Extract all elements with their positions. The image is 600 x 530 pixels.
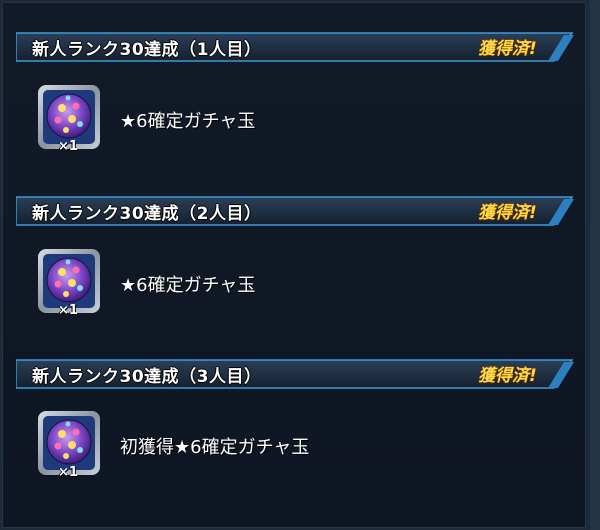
item-name: ★6確定ガチャ玉 (120, 111, 256, 132)
reward-item[interactable]: ×1 ★6確定ガチャ玉 (36, 247, 536, 327)
claimed-badge: 獲得済! (478, 203, 537, 223)
reward-title: 新人ランク30達成（1人目） (32, 40, 262, 60)
reward-item[interactable]: ×1 初獲得★6確定ガチャ玉 (36, 409, 536, 489)
claimed-badge: 獲得済! (478, 39, 537, 59)
reward-list-panel: 新人ランク30達成（1人目） 獲得済! ×1 ★6確定ガチャ玉 新人ランク30達… (2, 2, 586, 528)
reward-banner: 新人ランク30達成（2人目） 獲得済! (16, 195, 576, 227)
item-name: 初獲得★6確定ガチャ玉 (120, 437, 310, 458)
screen-edge (590, 0, 600, 530)
reward-banner: 新人ランク30達成（1人目） 獲得済! (16, 31, 576, 63)
item-quantity: ×1 (58, 465, 78, 480)
reward-banner: 新人ランク30達成（3人目） 獲得済! (16, 358, 576, 390)
item-name: ★6確定ガチャ玉 (120, 275, 256, 296)
reward-title: 新人ランク30達成（3人目） (32, 367, 262, 387)
gacha-orb-icon: ×1 (36, 409, 102, 481)
reward-title: 新人ランク30達成（2人目） (32, 204, 262, 224)
gacha-orb-icon: ×1 (36, 247, 102, 319)
claimed-badge: 獲得済! (478, 366, 537, 386)
item-quantity: ×1 (58, 303, 78, 318)
reward-item[interactable]: ×1 ★6確定ガチャ玉 (36, 83, 536, 163)
item-quantity: ×1 (58, 139, 78, 154)
gacha-orb-icon: ×1 (36, 83, 102, 155)
